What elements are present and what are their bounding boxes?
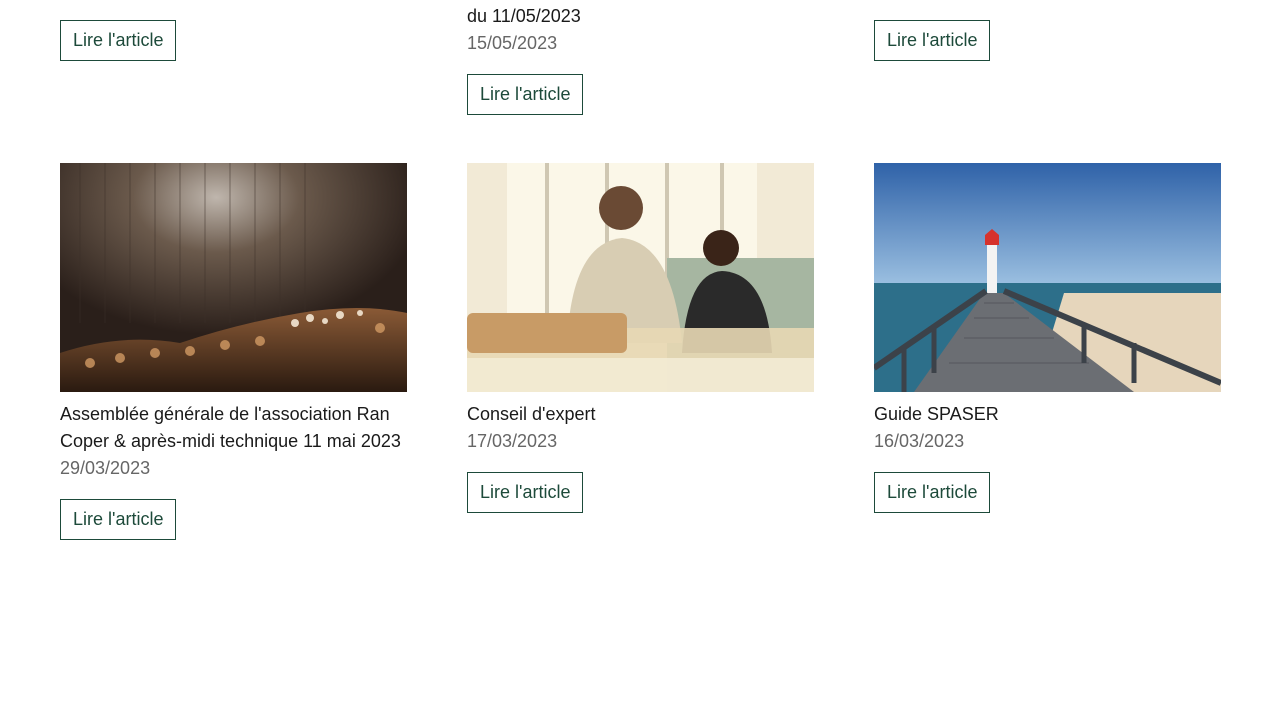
read-article-button[interactable]: Lire l'article [874,20,991,61]
meeting-image[interactable] [467,163,814,392]
article-card-assemblee: Assemblée générale de l'association Ran … [60,163,407,540]
article-date: 17/03/2023 [467,431,558,451]
read-article-button[interactable]: Lire l'article [60,20,177,61]
article-date: 16/03/2023 [874,431,965,451]
article-title[interactable]: Conseil d'expert [467,401,814,428]
article-card-top-3: Lire l'article [874,20,1221,61]
article-grid-page: Lire l'article du 11/05/2023 15/05/2023 … [0,0,1280,720]
article-title-line2[interactable]: Coper & après-midi technique 11 mai 2023 [60,428,407,455]
concert-crowd-image[interactable] [60,163,407,392]
article-title[interactable]: Assemblée générale de l'association Ran [60,401,407,428]
article-card-top-1: Lire l'article [60,20,407,61]
article-card-conseil: Conseil d'expert 17/03/2023 Lire l'artic… [467,163,814,513]
read-article-button[interactable]: Lire l'article [60,499,177,540]
article-title[interactable]: du 11/05/2023 [467,3,814,30]
article-title[interactable]: Guide SPASER [874,401,1221,428]
article-card-spaser: Guide SPASER 16/03/2023 Lire l'article [874,163,1221,513]
article-card-top-2: du 11/05/2023 15/05/2023 Lire l'article [467,3,814,115]
read-article-button[interactable]: Lire l'article [874,472,991,513]
article-date: 15/05/2023 [467,33,558,53]
read-article-button[interactable]: Lire l'article [467,74,584,115]
read-article-button[interactable]: Lire l'article [467,472,584,513]
lighthouse-pier-image[interactable] [874,163,1221,392]
article-date: 29/03/2023 [60,458,151,478]
